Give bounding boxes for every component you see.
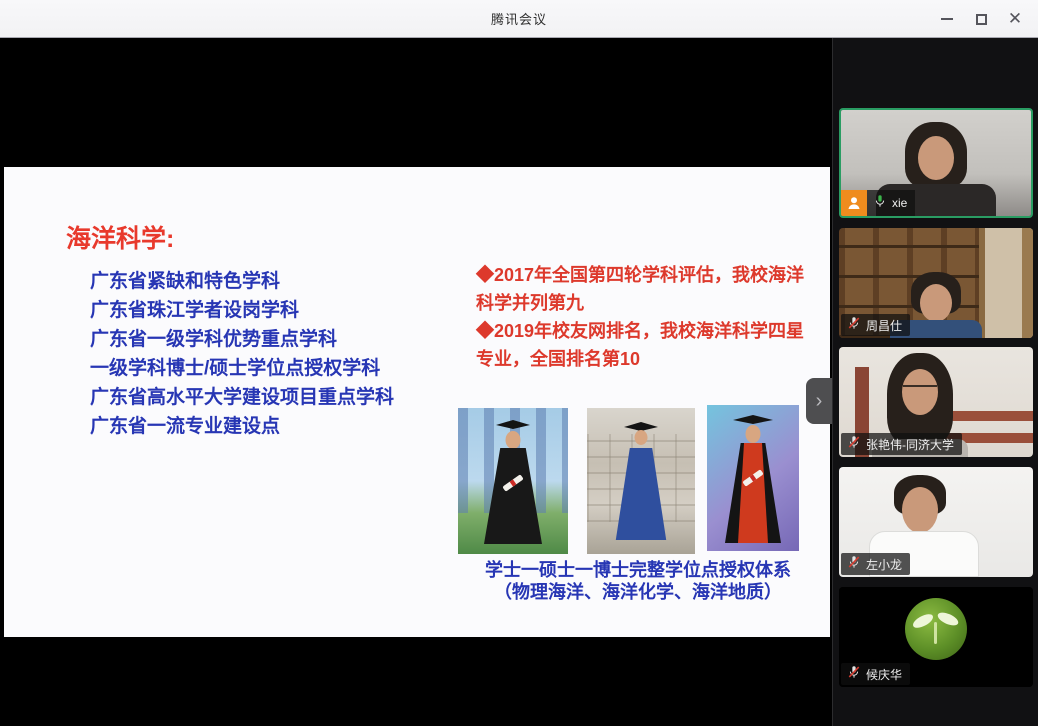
stem-icon xyxy=(934,622,937,644)
name-label: 周昌仕 xyxy=(841,314,910,336)
sidebar-collapse-button[interactable]: › xyxy=(806,378,832,424)
participants-sidebar: xie 周昌仕 xyxy=(832,38,1038,726)
bullet-item: 广东省一流专业建设点 xyxy=(90,412,450,441)
maximize-icon xyxy=(976,14,987,25)
participant-name: 周昌仕 xyxy=(866,317,902,334)
close-button[interactable]: ✕ xyxy=(998,0,1032,38)
participant-name: 左小龙 xyxy=(866,556,902,573)
bullet-item: 广东省珠江学者设岗学科 xyxy=(90,296,450,325)
bullet-item: 广东省高水平大学建设项目重点学科 xyxy=(90,383,450,412)
graduate-face xyxy=(506,431,521,449)
mic-muted-icon xyxy=(847,316,861,335)
photo-caption: 学士一硕士一博士完整学位点授权体系 （物理海洋、海洋化学、海洋地质） xyxy=(462,559,814,603)
participant-face xyxy=(902,487,938,533)
doctor-graduate-photo xyxy=(707,405,799,551)
thumbnail-footer: xie xyxy=(841,190,915,216)
graduation-cap-icon xyxy=(733,415,773,424)
thumbnail-footer: 候庆华 xyxy=(839,663,910,687)
participant-face xyxy=(918,136,954,180)
video-thumbnail-zhouchangshi[interactable]: 周昌仕 xyxy=(839,228,1033,338)
graduate-face xyxy=(746,425,761,443)
name-label: xie xyxy=(867,190,915,216)
video-thumbnail-zhangyanwei[interactable]: 张艳伟-同济大学 xyxy=(839,347,1033,457)
participant-name: xie xyxy=(892,196,907,210)
leaf-icon xyxy=(911,611,935,630)
graduate-face xyxy=(635,430,648,445)
profile-badge-icon xyxy=(841,190,867,216)
leaf-icon xyxy=(936,610,960,628)
mic-muted-icon xyxy=(847,555,861,574)
video-thumbnail-xie[interactable]: xie xyxy=(839,108,1033,218)
highlight-list: ◆2017年全国第四轮学科评估，我校海洋科学并列第九 ◆2019年校友网排名，我… xyxy=(476,261,814,373)
slide-title: 海洋科学: xyxy=(66,219,174,255)
presentation-slide: 海洋科学: 广东省紧缺和特色学科 广东省珠江学者设岗学科 广东省一级学科优势重点… xyxy=(4,167,830,637)
titlebar: 腾讯会议 ✕ xyxy=(0,0,1038,38)
bullet-list: 广东省紧缺和特色学科 广东省珠江学者设岗学科 广东省一级学科优势重点学科 一级学… xyxy=(90,267,450,441)
participant-name: 张艳伟-同济大学 xyxy=(866,436,954,453)
maximize-button[interactable] xyxy=(964,0,998,38)
thumbnail-footer: 左小龙 xyxy=(839,553,910,577)
glasses-icon xyxy=(903,385,937,393)
minimize-button[interactable] xyxy=(930,0,964,38)
sprout-avatar xyxy=(905,598,967,660)
bullet-item: 广东省紧缺和特色学科 xyxy=(90,267,450,296)
thumbnail-footer: 张艳伟-同济大学 xyxy=(839,433,962,457)
window-controls: ✕ xyxy=(930,0,1032,38)
participant-name: 候庆华 xyxy=(866,666,902,683)
bullet-item: 一级学科博士/硕士学位点授权学科 xyxy=(90,354,450,383)
highlight-item: ◆2019年校友网排名，我校海洋科学四星专业，全国排名第10 xyxy=(476,317,814,373)
name-label: 左小龙 xyxy=(841,553,910,575)
participant-face xyxy=(920,284,952,322)
name-label: 张艳伟-同济大学 xyxy=(841,433,962,455)
caption-line: （物理海洋、海洋化学、海洋地质） xyxy=(462,581,814,603)
window-title: 腾讯会议 xyxy=(491,9,547,28)
master-graduate-photo xyxy=(587,408,695,554)
thumbnail-footer: 周昌仕 xyxy=(839,314,910,338)
tencent-meeting-window: 腾讯会议 ✕ 海洋科学: 广东省紧缺和特色学科 广东省珠江学者设岗学科 广东省一… xyxy=(0,0,1038,726)
shared-screen-area: 海洋科学: 广东省紧缺和特色学科 广东省珠江学者设岗学科 广东省一级学科优势重点… xyxy=(0,38,832,726)
video-thumbnail-houqinghua[interactable]: 候庆华 xyxy=(839,587,1033,687)
mic-muted-icon xyxy=(847,435,861,454)
bachelor-graduate-photo xyxy=(458,408,568,554)
door-frame xyxy=(979,228,1033,338)
bullet-item: 广东省一级学科优势重点学科 xyxy=(90,325,450,354)
mic-muted-icon xyxy=(847,665,861,684)
minimize-icon xyxy=(941,18,953,20)
chevron-right-icon: › xyxy=(816,390,823,413)
mic-on-icon xyxy=(873,194,887,213)
highlight-item: ◆2017年全国第四轮学科评估，我校海洋科学并列第九 xyxy=(476,261,814,317)
name-label: 候庆华 xyxy=(841,663,910,685)
caption-line: 学士一硕士一博士完整学位点授权体系 xyxy=(462,559,814,581)
video-thumbnail-zuoxiaolong[interactable]: 左小龙 xyxy=(839,467,1033,577)
